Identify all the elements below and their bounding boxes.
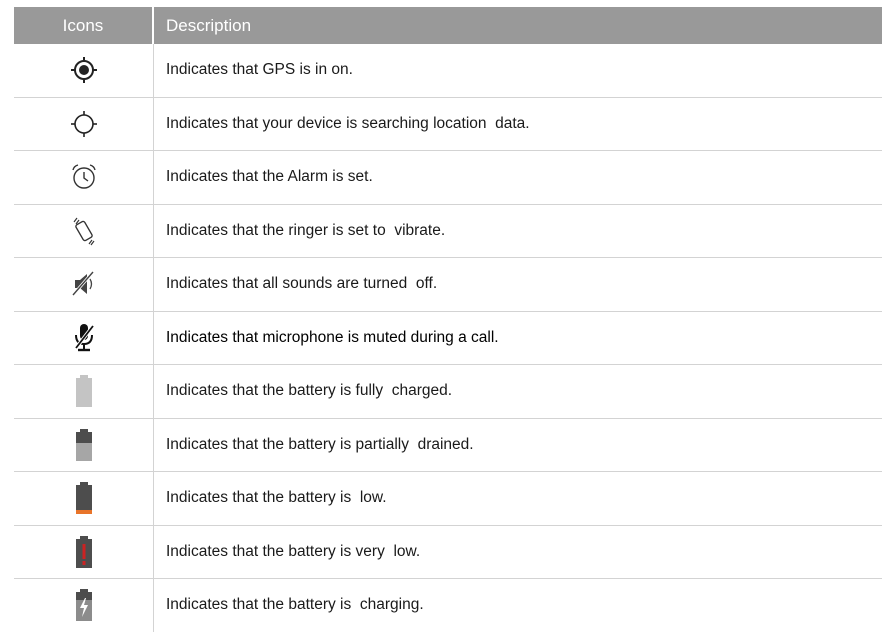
header-description: Description <box>166 15 252 35</box>
vibrate-icon <box>73 217 94 246</box>
gps-on-icon <box>70 57 97 84</box>
row-description: Indicates that the battery is charging. <box>166 596 424 614</box>
row-description: Indicates that the battery is partially … <box>166 435 474 453</box>
table-row: Indicates that the ringer is set to vibr… <box>14 204 882 258</box>
row-description: Indicates that the battery is fully char… <box>166 382 453 400</box>
row-description: Indicates that microphone is muted durin… <box>166 328 499 346</box>
row-description: Indicates that your device is searching … <box>166 114 530 132</box>
table-row: Indicates that the battery is partially … <box>14 418 882 472</box>
battery-full-icon <box>75 375 92 408</box>
row-description: Indicates that all sounds are turned off… <box>166 275 438 293</box>
icons-table: Icons Description Indicates that GPS is … <box>14 7 882 632</box>
row-description: Indicates that the ringer is set to vibr… <box>166 221 446 239</box>
mic-muted-icon <box>74 323 94 351</box>
battery-charging-icon <box>75 589 92 622</box>
table-row: Indicates that your device is searching … <box>14 97 882 151</box>
row-description: Indicates that the Alarm is set. <box>166 168 373 186</box>
sound-off-icon <box>71 271 94 297</box>
row-description: Indicates that GPS is in on. <box>166 61 353 79</box>
table-row: Indicates that the battery is very low. <box>14 525 882 579</box>
row-description: Indicates that the battery is very low. <box>166 542 421 560</box>
battery-partial-icon <box>75 428 92 461</box>
table-row: Indicates that microphone is muted durin… <box>14 311 882 365</box>
table-row: Indicates that the battery is fully char… <box>14 365 882 419</box>
table-row: Indicates that the battery is low. <box>14 472 882 526</box>
alarm-icon <box>71 164 96 189</box>
header-icons: Icons <box>14 7 154 44</box>
table-row: Indicates that the battery is charging. <box>14 579 882 632</box>
battery-very-low-icon <box>75 535 92 568</box>
table-row: Indicates that all sounds are turned off… <box>14 258 882 312</box>
row-description: Indicates that the battery is low. <box>166 489 387 507</box>
battery-low-icon <box>75 482 92 515</box>
table-row: Indicates that the Alarm is set. <box>14 151 882 205</box>
table-header: Icons Description <box>14 7 882 44</box>
gps-searching-icon <box>70 110 97 137</box>
table-row: Indicates that GPS is in on. <box>14 44 882 98</box>
